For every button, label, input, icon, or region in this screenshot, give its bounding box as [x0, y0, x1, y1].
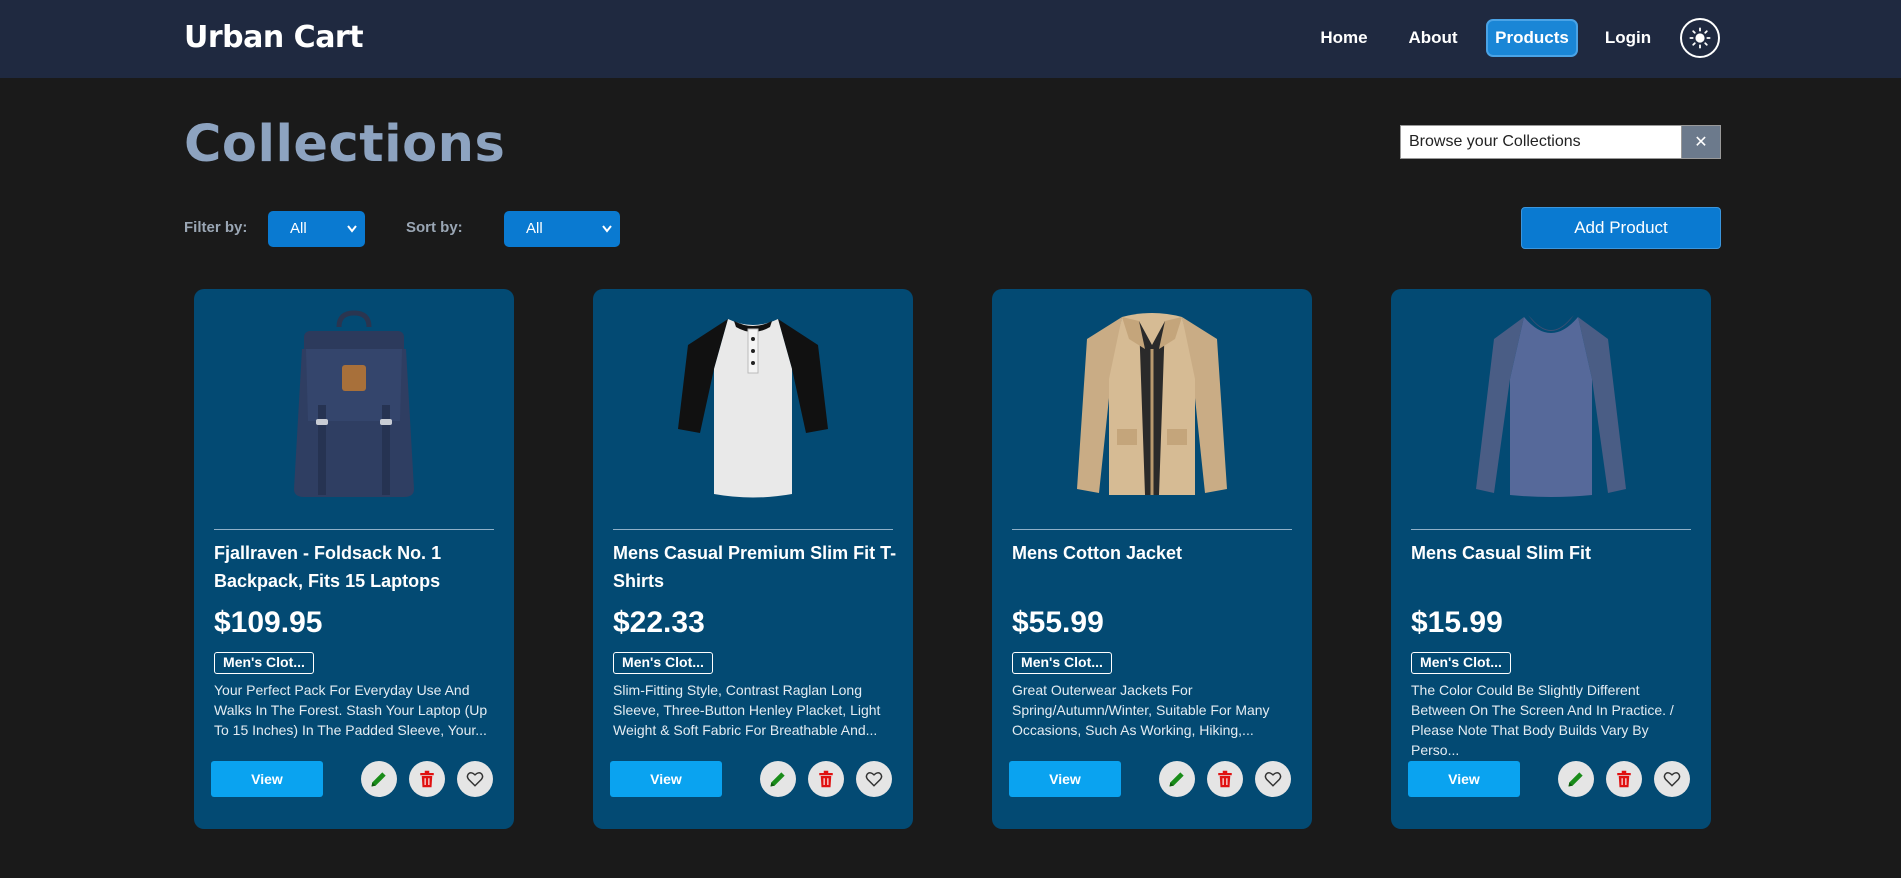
nav-login[interactable]: Login [1598, 19, 1658, 57]
edit-button[interactable] [760, 761, 796, 797]
product-image-jacket [1012, 309, 1292, 499]
brand-logo[interactable]: Urban Cart [184, 20, 364, 55]
sort-value: All [526, 220, 543, 237]
filter-select[interactable]: All [268, 211, 365, 247]
pencil-icon [1169, 772, 1184, 787]
edit-button[interactable] [1159, 761, 1195, 797]
trash-icon [420, 770, 434, 788]
product-image-backpack [214, 309, 494, 499]
category-badge: Men's Clot... [613, 652, 713, 674]
favorite-button[interactable] [1255, 761, 1291, 797]
divider [1012, 529, 1292, 530]
edit-button[interactable] [1558, 761, 1594, 797]
delete-button[interactable] [409, 761, 445, 797]
view-button[interactable]: View [211, 761, 323, 797]
nav-products[interactable]: Products [1486, 19, 1578, 57]
view-button[interactable]: View [1408, 761, 1520, 797]
divider [1411, 529, 1691, 530]
pencil-icon [371, 772, 386, 787]
filter-label: Filter by: [184, 219, 248, 236]
nav-about[interactable]: About [1404, 19, 1462, 57]
trash-icon [819, 770, 833, 788]
page-title: Collections [184, 115, 506, 174]
product-description: Slim-Fitting Style, Contrast Raglan Long… [613, 682, 881, 738]
trash-icon [1617, 770, 1631, 788]
heart-icon [1264, 772, 1282, 787]
trash-icon [1218, 770, 1232, 788]
delete-button[interactable] [1606, 761, 1642, 797]
favorite-button[interactable] [856, 761, 892, 797]
product-image-raglan-shirt [613, 309, 893, 499]
product-image-long-sleeve-shirt [1411, 309, 1691, 499]
navbar: Urban Cart Home About Products Login [0, 0, 1901, 78]
product-price: $22.33 [613, 606, 705, 639]
heart-icon [466, 772, 484, 787]
pencil-icon [770, 772, 785, 787]
delete-button[interactable] [1207, 761, 1243, 797]
product-price: $15.99 [1411, 606, 1503, 639]
add-product-button[interactable]: Add Product [1521, 207, 1721, 249]
search-clear-button[interactable]: ✕ [1681, 125, 1721, 159]
edit-button[interactable] [361, 761, 397, 797]
nav-home[interactable]: Home [1312, 19, 1376, 57]
filter-value: All [290, 220, 307, 237]
category-badge: Men's Clot... [214, 652, 314, 674]
product-title: Mens Casual Slim Fit [1411, 543, 1592, 563]
sun-icon [1689, 27, 1711, 49]
product-price: $55.99 [1012, 606, 1104, 639]
product-card: Fjallraven - Foldsack No. 1 Backpack, Fi… [194, 289, 514, 829]
view-button[interactable]: View [1009, 761, 1121, 797]
product-card: Mens Cotton Jacket $55.99 Men's Clot... … [992, 289, 1312, 829]
delete-button[interactable] [808, 761, 844, 797]
heart-icon [865, 772, 883, 787]
product-title: Mens Casual Premium Slim Fit T-Shirts [613, 543, 897, 591]
divider [613, 529, 893, 530]
category-badge: Men's Clot... [1012, 652, 1112, 674]
theme-toggle-button[interactable] [1680, 18, 1720, 58]
pencil-icon [1568, 772, 1583, 787]
sort-select[interactable]: All [504, 211, 620, 247]
sort-label: Sort by: [406, 219, 463, 236]
favorite-button[interactable] [457, 761, 493, 797]
close-icon: ✕ [1694, 134, 1708, 151]
product-description: Great Outerwear Jackets For Spring/Autum… [1012, 682, 1270, 738]
view-button[interactable]: View [610, 761, 722, 797]
product-title: Mens Cotton Jacket [1012, 543, 1183, 563]
chevron-down-icon [347, 211, 357, 262]
product-description: Your Perfect Pack For Everyday Use And W… [214, 682, 488, 738]
chevron-down-icon [602, 211, 612, 262]
divider [214, 529, 494, 530]
favorite-button[interactable] [1654, 761, 1690, 797]
product-card: Mens Casual Slim Fit $15.99 Men's Clot..… [1391, 289, 1711, 829]
category-badge: Men's Clot... [1411, 652, 1511, 674]
search-input[interactable] [1400, 125, 1682, 159]
product-card: Mens Casual Premium Slim Fit T-Shirts $2… [593, 289, 913, 829]
product-description: The Color Could Be Slightly Different Be… [1411, 682, 1674, 758]
heart-icon [1663, 772, 1681, 787]
product-title: Fjallraven - Foldsack No. 1 Backpack, Fi… [214, 543, 442, 591]
product-price: $109.95 [214, 606, 323, 639]
